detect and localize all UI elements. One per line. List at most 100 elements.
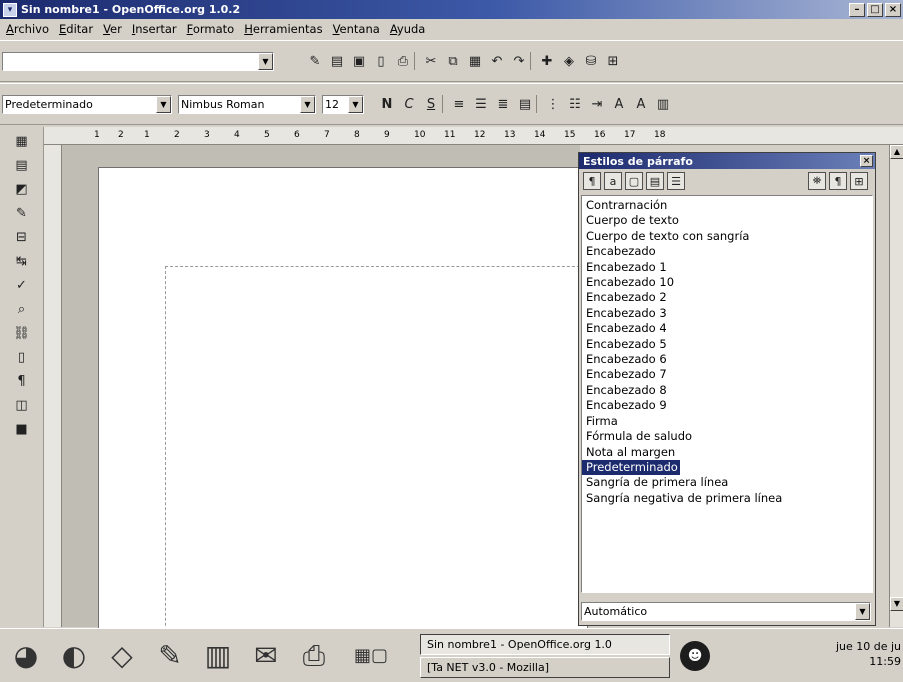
bullets-icon[interactable]: ☷	[564, 94, 586, 114]
list-item[interactable]: Sangría negativa de primera línea	[582, 491, 872, 506]
chevron-down-icon[interactable]: ▼	[348, 95, 363, 113]
menu-insertar[interactable]: Insertar	[128, 22, 183, 36]
style-filter-select[interactable]: Automático ▼	[581, 602, 871, 621]
clock[interactable]: jue 10 de ju 11:59	[836, 639, 901, 669]
text-editor-icon[interactable]: ✎	[148, 634, 192, 678]
insert-fields-icon[interactable]: ▤	[11, 155, 33, 175]
menu-ver[interactable]: Ver	[99, 22, 128, 36]
list-item[interactable]: Encabezado 8	[582, 383, 872, 398]
document-page[interactable]	[98, 167, 595, 666]
list-item[interactable]: Encabezado 3	[582, 306, 872, 321]
highlight-icon[interactable]: A	[630, 94, 652, 114]
numbering-styles-icon[interactable]: ☰	[667, 172, 685, 190]
style-list[interactable]: Contrarnación Cuerpo de texto Cuerpo de …	[581, 195, 873, 593]
stop-icon[interactable]: ■	[11, 419, 33, 439]
chevron-down-icon[interactable]: ▼	[855, 603, 870, 620]
list-item[interactable]: Nota al margen	[582, 445, 872, 460]
web-layout-icon[interactable]: ◫	[11, 395, 33, 415]
align-center-icon[interactable]: ☰	[470, 94, 492, 114]
list-item[interactable]: Encabezado 10	[582, 275, 872, 290]
mail-icon[interactable]: ✉	[244, 634, 288, 678]
list-item[interactable]: Cuerpo de texto con sangría	[582, 229, 872, 244]
cut-icon[interactable]: ✂	[420, 51, 442, 71]
menu-formato[interactable]: Formato	[183, 22, 241, 36]
datasource-icon[interactable]: ⛁	[580, 51, 602, 71]
insert-object-icon[interactable]: ◩	[11, 179, 33, 199]
chevron-down-icon[interactable]: ▼	[258, 52, 273, 70]
menu-ayuda[interactable]: Ayuda	[386, 22, 432, 36]
zoom-icon[interactable]: ⊞	[602, 51, 624, 71]
minimize-button[interactable]: –	[849, 2, 865, 17]
scroll-track[interactable]	[890, 159, 903, 597]
menu-archivo[interactable]: Archivo	[2, 22, 55, 36]
paste-icon[interactable]: ▦	[464, 51, 486, 71]
copy-icon[interactable]: ⧉	[442, 51, 464, 71]
scroll-up-icon[interactable]: ▲	[890, 145, 903, 159]
workspace-pager-icon[interactable]: ▦▢	[340, 634, 402, 678]
list-item[interactable]: Encabezado 2	[582, 290, 872, 305]
list-item[interactable]: Sangría de primera línea	[582, 475, 872, 490]
justify-icon[interactable]: ▤	[514, 94, 536, 114]
menu-herramientas[interactable]: Herramientas	[240, 22, 328, 36]
font-name-select[interactable]: Nimbus Roman ▼	[178, 94, 316, 114]
list-item[interactable]: Encabezado 6	[582, 352, 872, 367]
document-icon[interactable]: ▯	[370, 51, 392, 71]
paragraph-style-select[interactable]: Predeterminado ▼	[2, 94, 172, 114]
menu-editar[interactable]: Editar	[55, 22, 99, 36]
form-icon[interactable]: ⊟	[11, 227, 33, 247]
background-color-icon[interactable]: ▥	[652, 94, 674, 114]
list-item[interactable]: Encabezado 4	[582, 321, 872, 336]
chevron-down-icon[interactable]: ▼	[300, 95, 315, 113]
hyperlink-icon[interactable]: ⛓	[11, 323, 33, 343]
print-icon[interactable]: ⎙	[392, 51, 414, 71]
list-item[interactable]: Cuerpo de texto	[582, 213, 872, 228]
edit-file-icon[interactable]: ✎	[304, 51, 326, 71]
help-icon[interactable]: ◐	[52, 634, 96, 678]
list-item[interactable]: Firma	[582, 414, 872, 429]
find-icon[interactable]: ⌕	[11, 299, 33, 319]
url-combo[interactable]: ▼	[2, 51, 274, 71]
list-item[interactable]: Encabezado	[582, 244, 872, 259]
datasources-icon[interactable]: ▯	[11, 347, 33, 367]
printer-icon[interactable]: ⎙	[292, 634, 336, 678]
insert-icon[interactable]: ▦	[11, 131, 33, 151]
horizontal-ruler[interactable]: 1 2 1 2 3 4 5 6 7 8 9 10 11 12 13 14 15 …	[44, 127, 903, 145]
frame-styles-icon[interactable]: ▢	[625, 172, 643, 190]
chevron-down-icon[interactable]: ▼	[156, 95, 171, 113]
close-icon[interactable]: ×	[860, 155, 873, 167]
underline-icon[interactable]: S	[420, 94, 442, 114]
new-style-icon[interactable]: ¶	[829, 172, 847, 190]
align-right-icon[interactable]: ≣	[492, 94, 514, 114]
list-item[interactable]: Encabezado 9	[582, 398, 872, 413]
list-item[interactable]: Encabezado 1	[582, 260, 872, 275]
align-left-icon[interactable]: ≡	[448, 94, 470, 114]
close-button[interactable]: ×	[885, 2, 901, 17]
network-status-icon[interactable]: ☻	[680, 640, 710, 671]
spellcheck-icon[interactable]: ✓	[11, 275, 33, 295]
draw-functions-icon[interactable]: ✎	[11, 203, 33, 223]
list-item[interactable]: Fórmula de saludo	[582, 429, 872, 444]
gallery-icon[interactable]: ◈	[558, 51, 580, 71]
navigator-icon[interactable]: ✚	[536, 51, 558, 71]
gnome-foot-icon[interactable]: ◕	[4, 634, 48, 678]
task-button-mozilla[interactable]: [Ta NET v3.0 - Mozilla]	[420, 656, 670, 678]
maximize-button[interactable]: □	[867, 2, 883, 17]
numbering-icon[interactable]: ⋮	[542, 94, 564, 114]
task-button-openoffice[interactable]: Sin nombre1 - OpenOffice.org 1.0	[420, 633, 670, 655]
file-manager-icon[interactable]: ◇	[100, 634, 144, 678]
indent-icon[interactable]: ⇥	[586, 94, 608, 114]
open-icon[interactable]: ▤	[326, 51, 348, 71]
menu-ventana[interactable]: Ventana	[329, 22, 386, 36]
list-item-selected[interactable]: Predeterminado	[582, 459, 680, 476]
list-item[interactable]: Encabezado 5	[582, 337, 872, 352]
scroll-down-icon[interactable]: ▼	[890, 597, 903, 611]
save-icon[interactable]: ▣	[348, 51, 370, 71]
paragraph-styles-icon[interactable]: ¶	[583, 172, 601, 190]
bold-icon[interactable]: N	[376, 94, 398, 114]
autocorrect-icon[interactable]: ↹	[11, 251, 33, 271]
character-styles-icon[interactable]: a	[604, 172, 622, 190]
book-icon[interactable]: ▥	[196, 634, 240, 678]
nonprinting-chars-icon[interactable]: ¶	[11, 371, 33, 391]
font-size-select[interactable]: 12 ▼	[322, 94, 364, 114]
list-item[interactable]: Contrarnación	[582, 198, 872, 213]
